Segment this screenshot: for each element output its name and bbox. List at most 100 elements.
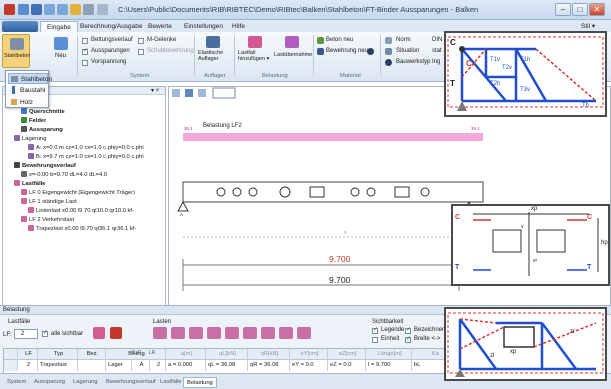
cell-a[interactable]: a = 0.000 <box>166 360 206 371</box>
situation-select[interactable]: stat <box>432 48 442 54</box>
lastfall-hinzufuegen-button[interactable]: Lastfall hinzufügen ▾ <box>238 34 272 70</box>
tree-item[interactable]: LF 2 Verkehrslast <box>21 216 74 224</box>
quick-undo-icon[interactable] <box>44 4 55 15</box>
alle-sichtbar-checkbox[interactable] <box>42 329 48 337</box>
tab-lagerung[interactable]: Lagerung <box>70 377 101 388</box>
quick-open-icon[interactable] <box>70 4 81 15</box>
dropdown-item-stahlbeton[interactable]: Stahlbeton <box>8 73 52 84</box>
load-type-icon-1[interactable] <box>153 327 167 339</box>
tree-item[interactable]: Lagerung <box>14 135 47 143</box>
quick-print-icon[interactable] <box>83 4 94 15</box>
tab-aussparung[interactable]: Aussparung <box>31 377 68 388</box>
zoom-icon[interactable] <box>185 89 193 97</box>
alle-sichtbar-label: alle sichtbar <box>51 331 84 337</box>
neu-button[interactable]: Neu <box>50 34 72 68</box>
bezeichner-checkbox[interactable] <box>405 326 411 334</box>
close-button[interactable]: ✕ <box>589 3 605 16</box>
tab-lastfaelle[interactable]: Lastfälle <box>157 377 185 388</box>
load-type-icon-6[interactable] <box>243 327 257 339</box>
tree-item[interactable]: A: x=0.0 m cz=1.0 cx=1.0 c.phiy=0.0 c.ph… <box>28 144 144 152</box>
tree-item[interactable]: B: x=9.7 m cz=1.0 cx=1.0 c.phiy=0.0 c.ph… <box>28 153 144 161</box>
application-menu-button[interactable] <box>2 21 38 32</box>
wood-icon <box>11 99 17 105</box>
bauwerkstyp-select[interactable]: Ing <box>432 59 440 65</box>
cell-lf[interactable]: 2 <box>18 360 38 371</box>
cell-bezug[interactable]: Lager <box>106 360 132 371</box>
tab-belastung[interactable]: Belastung <box>183 377 217 388</box>
load-type-icon-2[interactable] <box>171 327 185 339</box>
tree-item[interactable]: Aussparung <box>21 126 63 134</box>
app-icon[interactable] <box>4 4 15 15</box>
fit-icon[interactable] <box>198 89 206 97</box>
load-type-icon-4[interactable] <box>207 327 221 339</box>
load-type-icon-5[interactable] <box>225 327 239 339</box>
load-type-icon-7[interactable] <box>261 327 275 339</box>
dropdown-item-baustahl[interactable]: Baustahl <box>8 85 48 96</box>
norm-select[interactable]: DIN <box>432 37 442 43</box>
cell-ey[interactable]: eY = 0.0 <box>290 360 328 371</box>
beton-neu-icon[interactable] <box>317 37 324 44</box>
col-header-a: a[m] <box>166 349 206 360</box>
einheit-checkbox[interactable] <box>372 337 378 343</box>
cell-lr[interactable]: 2 <box>150 360 166 371</box>
tree-item[interactable]: Trapezlast x0.00 l9.70 ql36.1 qr36.1 kf- <box>28 225 136 233</box>
lastuebernahme-button[interactable]: Lastübernahme <box>274 34 312 70</box>
tab-hilfe[interactable]: Hilfe <box>226 21 251 32</box>
quick-settings-icon[interactable] <box>97 4 108 15</box>
maximize-button[interactable]: □ <box>572 3 588 16</box>
tree-item[interactable]: Querschnitte <box>21 108 65 116</box>
bettungsverlauf-checkbox[interactable] <box>82 38 88 44</box>
legende-checkbox[interactable] <box>372 326 378 334</box>
tab-einstellungen[interactable]: Einstellungen <box>178 21 229 32</box>
quick-new-icon[interactable] <box>18 4 29 15</box>
dropdown-item-holz[interactable]: Holz <box>8 97 48 108</box>
tree-item[interactable]: Linienlast x0.00 l9.70 ql10.0 qr10.0 kf- <box>28 207 134 215</box>
elastische-auflager-button[interactable]: Elastische Auflager <box>198 34 228 70</box>
cell-bzp[interactable]: A <box>132 360 150 371</box>
add-loadcase-icon[interactable] <box>93 327 105 339</box>
schubbewehrung-checkbox[interactable] <box>138 49 144 55</box>
aussparungen-checkbox[interactable] <box>82 47 88 55</box>
tab-bewerte[interactable]: Bewerte <box>142 21 178 32</box>
tree-item[interactable]: Felder <box>21 117 46 125</box>
quick-redo-icon[interactable] <box>57 4 68 15</box>
truss-label-t1h: T1h <box>520 57 531 63</box>
cell-bez[interactable] <box>78 360 106 371</box>
group-system-label: System <box>130 73 150 79</box>
row-selector[interactable] <box>4 360 18 371</box>
bewehrung-neu-button[interactable]: Bewehrung neu <box>326 48 368 54</box>
tab-system[interactable]: System <box>4 377 29 388</box>
cell-qr[interactable]: qR = 36.08 <box>248 360 290 371</box>
cell-typ[interactable]: Trapezlast <box>38 360 78 371</box>
tree-item[interactable]: Lastfälle <box>14 180 46 188</box>
stahlbeton-button[interactable]: Stahlbeton <box>2 34 30 68</box>
vorspannung-checkbox[interactable] <box>82 60 88 66</box>
cell-ez[interactable]: eZ = 0.0 <box>328 360 366 371</box>
tree-item[interactable]: Bewehrungsverlauf <box>14 162 76 170</box>
stahlbeton-label: Stahlbeton <box>4 53 31 59</box>
beton-neu-button[interactable]: Beton neu <box>326 37 353 43</box>
tree-item[interactable]: LF 0 Eigengewicht (Eigengewicht Träger) <box>21 189 135 197</box>
delete-loadcase-icon[interactable] <box>110 327 122 339</box>
lf-spinner[interactable]: 2 <box>14 329 38 339</box>
quick-save-icon[interactable] <box>31 4 42 15</box>
tab-eingabe[interactable]: Eingabe <box>40 21 78 32</box>
material-gear-icon[interactable] <box>367 48 374 55</box>
load-type-icon-8[interactable] <box>279 327 293 339</box>
load-type-icon-3[interactable] <box>189 327 203 339</box>
pin-icon[interactable]: ▾ × <box>151 87 159 94</box>
load-type-icon-9[interactable] <box>297 327 311 339</box>
view-mode-button[interactable] <box>212 87 236 99</box>
bewehrung-neu-icon[interactable] <box>317 48 324 55</box>
breite-checkbox[interactable] <box>405 335 411 343</box>
tree-item[interactable]: LF 1 ständige Last <box>21 198 77 206</box>
m-gelenke-checkbox[interactable] <box>138 38 144 44</box>
cell-ql[interactable]: qL = 36.08 <box>206 360 248 371</box>
view-tool-icon[interactable] <box>172 89 180 97</box>
minimize-button[interactable]: – <box>555 3 571 16</box>
tree-item[interactable]: x=-0.00 b=9.70 dL=4.0 dL=4.0 <box>21 171 107 179</box>
tab-bewehrungsverlauf[interactable]: Bewehrungsverlauf <box>103 377 159 388</box>
cell-laenge[interactable]: l = 9.700 <box>366 360 412 371</box>
tab-berechnung-ausgabe[interactable]: Berechnung/Ausgabe <box>74 21 149 32</box>
table-row[interactable]: 2 Trapezlast Lager A 2 a = 0.000 qL = 36… <box>4 360 458 373</box>
